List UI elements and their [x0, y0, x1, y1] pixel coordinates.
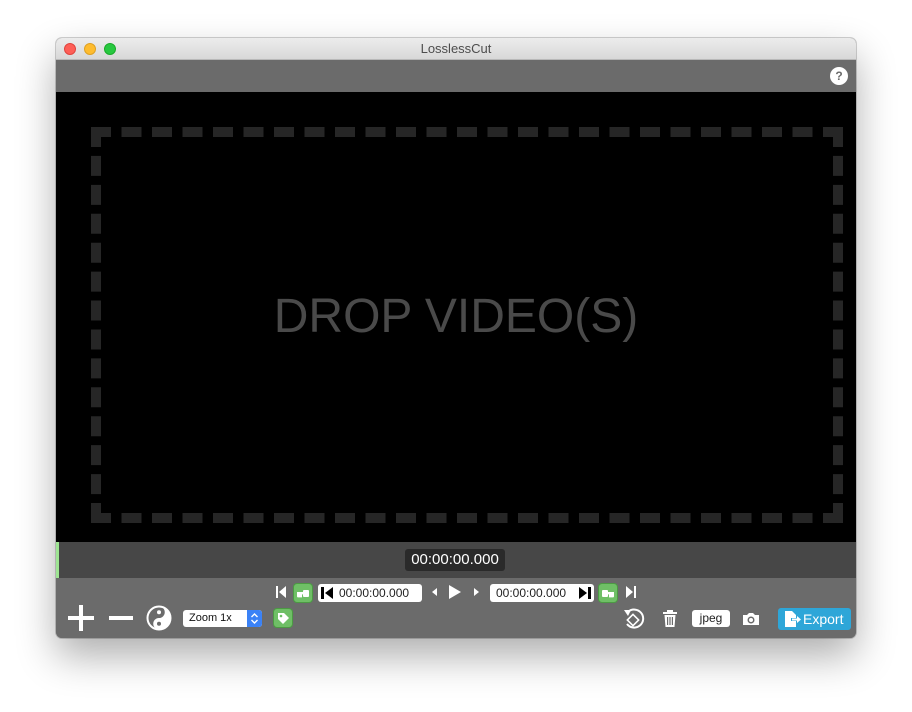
drop-video-text: DROP VIDEO(S) [273, 290, 639, 343]
cut-start-time-input[interactable]: 00:00:00.000 [318, 584, 422, 602]
remove-segment-button[interactable] [108, 604, 134, 632]
play-button[interactable] [447, 583, 463, 601]
export-button[interactable]: Export [778, 608, 851, 630]
remove-segment-icon [109, 616, 133, 620]
capture-format-button[interactable]: jpeg [692, 610, 730, 627]
set-cut-start-icon [297, 590, 309, 598]
tag-icon [277, 612, 289, 624]
segment-tags-button[interactable] [273, 608, 293, 628]
jump-cut-start-icon [321, 587, 333, 599]
rotate-button[interactable] [622, 607, 646, 631]
rotate-icon [624, 608, 645, 629]
trash-icon [663, 610, 677, 627]
add-segment-button[interactable] [67, 604, 95, 632]
step-back-icon [432, 588, 437, 596]
jump-cut-end-icon [579, 587, 591, 599]
jump-end-icon [626, 586, 636, 598]
help-icon: ? [835, 69, 843, 83]
help-button[interactable]: ? [830, 67, 848, 85]
title-bar[interactable]: LosslessCut [56, 38, 856, 60]
invert-segments-icon [146, 605, 172, 631]
jump-end-button[interactable] [625, 584, 637, 600]
playhead[interactable] [56, 542, 59, 578]
add-segment-icon [68, 605, 94, 631]
invert-segments-button[interactable] [146, 605, 172, 631]
capture-frame-button[interactable] [740, 610, 762, 628]
export-label: Export [803, 611, 844, 627]
current-time-display: 00:00:00.000 [405, 549, 505, 571]
app-window: LosslessCut ? DROP VIDEO(S) 00:00:00.000 [56, 38, 856, 638]
timeline[interactable]: 00:00:00.000 [56, 542, 856, 578]
step-forward-button[interactable] [472, 585, 482, 599]
cut-end-time-input[interactable]: 00:00:00.000 [490, 584, 594, 602]
cut-start-time-text: 00:00:00.000 [339, 586, 410, 600]
set-cut-end-button[interactable] [598, 583, 618, 603]
set-cut-start-button[interactable] [293, 583, 313, 603]
window-title: LosslessCut [420, 41, 492, 56]
video-drop-area[interactable]: DROP VIDEO(S) [56, 92, 856, 542]
delete-source-button[interactable] [662, 609, 678, 629]
cut-end-time-text: 00:00:00.000 [496, 586, 567, 600]
select-arrows-icon [247, 610, 262, 627]
top-bar: ? [56, 60, 856, 92]
step-back-button[interactable] [429, 585, 439, 599]
play-icon [449, 585, 461, 599]
zoom-select[interactable]: Zoom 1x [183, 610, 262, 627]
camera-icon [743, 613, 759, 625]
set-cut-end-icon [602, 590, 614, 598]
jump-start-icon [276, 586, 286, 598]
step-forward-icon [474, 588, 479, 596]
controls-bar: 00:00:00.000 00:00:00.000 Zoom 1x jpeg E… [56, 578, 856, 638]
jump-start-button[interactable] [275, 584, 287, 600]
zoom-select-value: Zoom 1x [189, 612, 232, 624]
export-icon [785, 611, 801, 627]
